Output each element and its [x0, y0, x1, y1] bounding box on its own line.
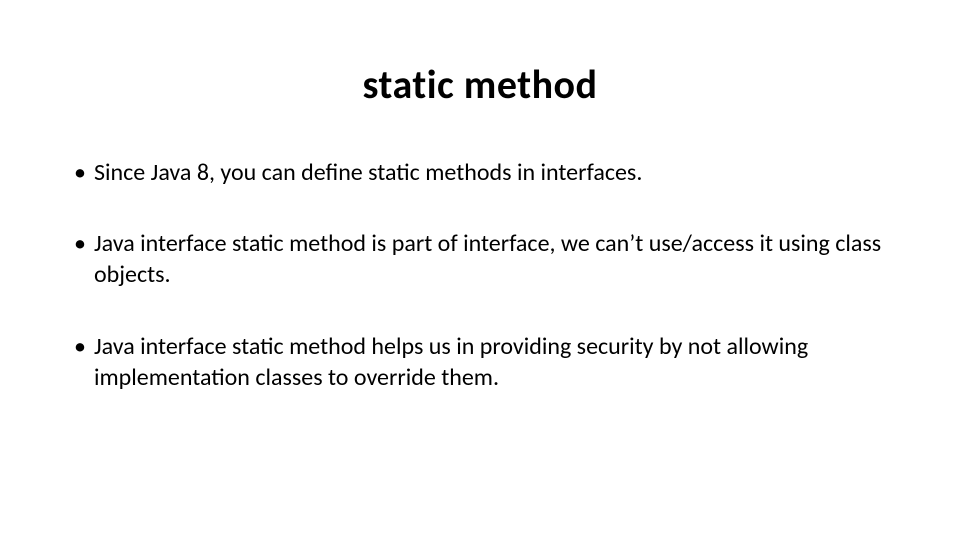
- bullet-list: Since Java 8, you can define static meth…: [70, 157, 890, 393]
- slide-title: static method: [70, 60, 890, 109]
- slide-container: static method Since Java 8, you can defi…: [0, 0, 960, 540]
- list-item: Since Java 8, you can define static meth…: [70, 157, 890, 188]
- list-item: Java interface static method helps us in…: [70, 331, 890, 393]
- list-item: Java interface static method is part of …: [70, 228, 890, 290]
